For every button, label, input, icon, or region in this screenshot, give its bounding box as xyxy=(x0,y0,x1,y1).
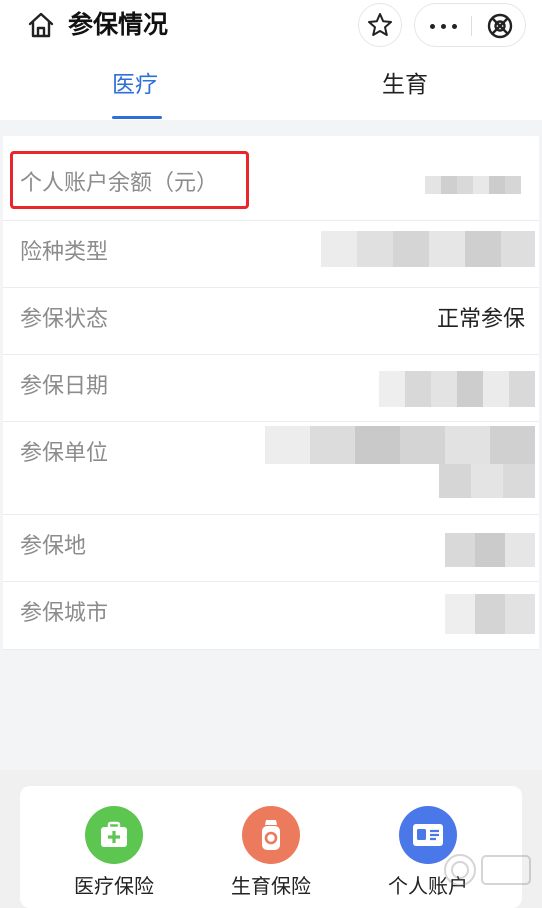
redacted-value xyxy=(425,176,521,194)
row-label: 参保日期 xyxy=(20,374,109,399)
nav-label: 生育保险 xyxy=(231,874,311,898)
row-label: 参保单位 xyxy=(20,441,109,466)
close-button[interactable] xyxy=(472,4,527,48)
row-label: 参保城市 xyxy=(20,601,109,626)
nav-label: 医疗保险 xyxy=(74,874,154,898)
redacted-value xyxy=(265,426,535,464)
row-insurance-city: 参保城市 xyxy=(3,582,539,650)
active-tab-indicator xyxy=(112,116,162,119)
tab-medical[interactable]: 医疗 xyxy=(112,68,158,102)
highlight-box xyxy=(10,151,249,209)
row-insurance-date: 参保日期 xyxy=(3,355,539,422)
star-icon xyxy=(368,13,392,36)
home-icon[interactable] xyxy=(26,10,56,40)
row-label: 参保状态 xyxy=(20,307,109,332)
more-button[interactable] xyxy=(415,4,471,48)
page-title: 参保情况 xyxy=(68,10,169,39)
medical-kit-icon xyxy=(85,806,143,864)
more-dots-icon xyxy=(429,23,435,29)
redacted-value xyxy=(321,231,535,267)
tab-bar: 医疗 生育 xyxy=(0,54,542,120)
row-insurance-status: 参保状态 正常参保 xyxy=(3,288,539,355)
close-circle-icon xyxy=(487,13,512,39)
nav-medical-insurance[interactable]: 医疗保险 xyxy=(54,806,174,906)
baby-bottle-icon xyxy=(242,806,300,864)
row-label: 参保地 xyxy=(20,534,87,559)
row-insurance-place: 参保地 xyxy=(3,515,539,582)
header-bar: 参保情况 xyxy=(0,0,542,54)
mini-program-capsule xyxy=(414,3,526,47)
nav-maternity-insurance[interactable]: 生育保险 xyxy=(211,806,331,906)
redacted-value xyxy=(445,594,535,634)
redacted-value xyxy=(439,464,535,498)
redacted-value xyxy=(379,371,535,407)
row-value: 正常参保 xyxy=(436,307,525,332)
insurance-info-card: 个人账户余额（元） 险种类型 参保状态 正常参保 参保日期 参保单位 参保地 参… xyxy=(3,136,539,650)
favorite-button[interactable] xyxy=(358,3,402,47)
row-insurance-type: 险种类型 xyxy=(3,221,539,288)
row-label: 险种类型 xyxy=(20,240,109,265)
row-insurance-employer: 参保单位 xyxy=(3,422,539,515)
redacted-value xyxy=(445,533,535,567)
watermark-logo xyxy=(444,854,531,886)
tab-maternity[interactable]: 生育 xyxy=(382,68,428,102)
